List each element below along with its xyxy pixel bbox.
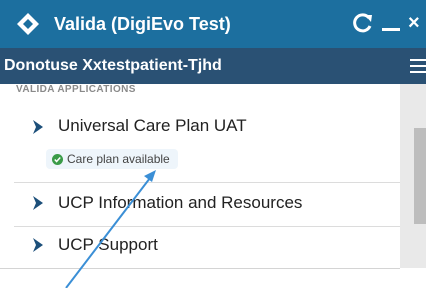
title-bar: Valida (DigiEvo Test) × bbox=[0, 0, 426, 48]
patient-name: Donotuse Xxtestpatient-Tjhd bbox=[4, 57, 222, 74]
chevron-right-icon bbox=[33, 120, 43, 134]
chevron-right-icon bbox=[33, 238, 43, 252]
valida-logo-icon bbox=[17, 13, 39, 35]
scrollbar[interactable] bbox=[414, 128, 426, 224]
section-header: VALIDA APPLICATIONS bbox=[16, 84, 136, 92]
refresh-icon[interactable] bbox=[352, 12, 374, 34]
check-circle-icon bbox=[52, 153, 63, 165]
item-label: UCP Support bbox=[58, 235, 158, 254]
item-label: Universal Care Plan UAT bbox=[58, 116, 247, 135]
close-icon[interactable]: × bbox=[408, 12, 420, 34]
hamburger-menu-icon[interactable] bbox=[410, 59, 426, 73]
list-item-ucp-information[interactable]: UCP Information and Resources bbox=[0, 183, 400, 225]
patient-bar: Donotuse Xxtestpatient-Tjhd bbox=[0, 48, 426, 84]
minimize-icon[interactable] bbox=[382, 28, 400, 31]
status-text: Care plan available bbox=[67, 152, 170, 166]
item-label: UCP Information and Resources bbox=[58, 193, 303, 212]
chevron-right-icon bbox=[33, 196, 43, 210]
status-badge: Care plan available bbox=[46, 149, 178, 169]
list-item-ucp-support[interactable]: UCP Support bbox=[0, 227, 400, 267]
app-title: Valida (DigiEvo Test) bbox=[54, 14, 231, 34]
